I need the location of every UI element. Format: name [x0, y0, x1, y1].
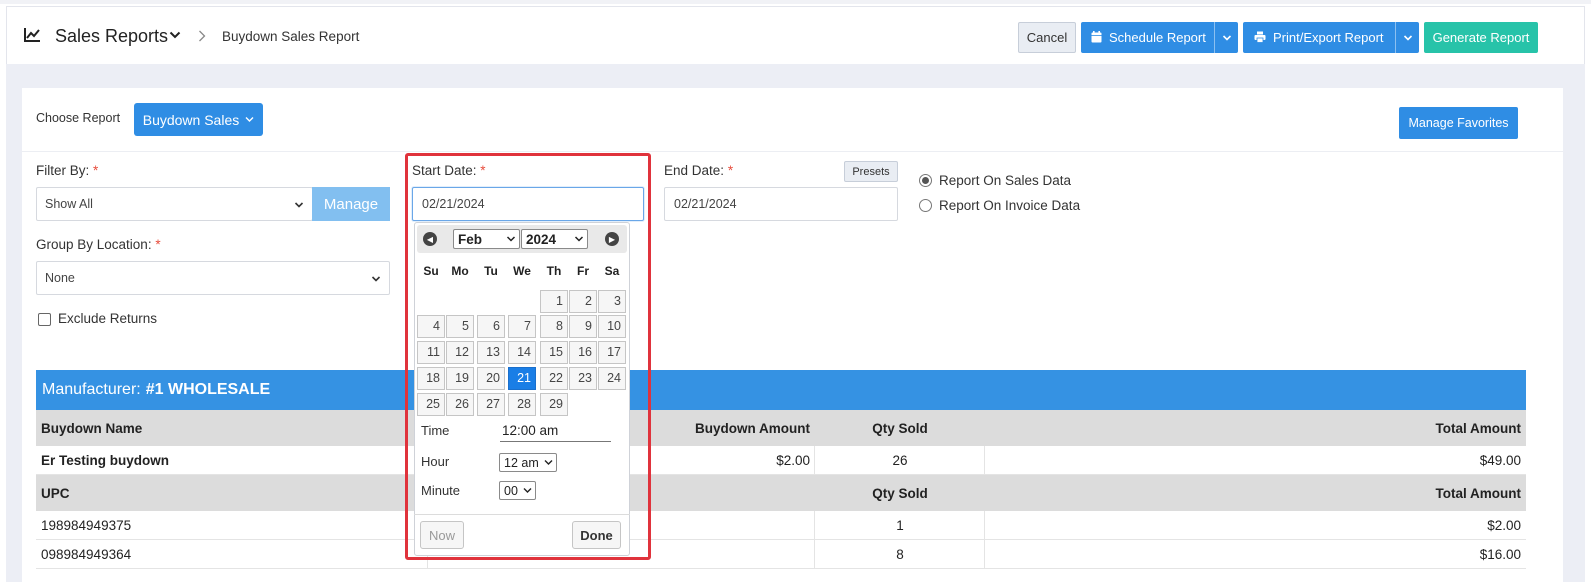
chevron-down-icon: [371, 276, 381, 282]
page-title[interactable]: Sales Reports: [55, 26, 168, 47]
end-date-input[interactable]: 02/21/2024: [664, 187, 898, 221]
required-marker: *: [93, 163, 99, 178]
exclude-returns-checkbox[interactable]: [38, 313, 51, 326]
cancel-button[interactable]: Cancel: [1018, 22, 1076, 53]
report-on-sales-label[interactable]: Report On Sales Data: [939, 173, 1071, 188]
print-export-dropdown[interactable]: [1395, 22, 1419, 53]
report-on-invoice-radio[interactable]: [919, 199, 932, 212]
col-buydown-name: Buydown Name: [41, 420, 143, 436]
choose-report-label: Choose Report: [36, 111, 121, 125]
buydown-table-header: Buydown Name Buydown Amount Qty Sold Tot…: [36, 410, 1526, 446]
breadcrumb: Buydown Sales Report: [222, 29, 360, 44]
presets-label: Presets: [852, 165, 890, 178]
manufacturer-label: Manufacturer:: [42, 381, 141, 398]
cancel-button-label: Cancel: [1026, 30, 1068, 45]
report-select-label: Buydown Sales: [142, 111, 240, 128]
end-date-label: End Date: *: [664, 163, 733, 178]
group-by-location-label: Group By Location: *: [36, 237, 161, 252]
window-top-edge: [0, 0, 1591, 4]
total-amount-cell: $16.00: [1479, 546, 1521, 562]
required-marker: *: [727, 163, 734, 178]
upc-cell: 098984949364: [41, 546, 132, 562]
calendar-icon: [1091, 31, 1102, 43]
col-buydown-amount: Buydown Amount: [695, 420, 810, 436]
group-by-location-value: None: [45, 271, 75, 285]
chevron-down-icon: [1222, 34, 1231, 41]
col-upc: UPC: [41, 485, 70, 501]
upc-table-header: UPC Qty Sold Total Amount: [36, 475, 1526, 511]
toolbar-divider: [22, 151, 1563, 152]
manufacturer-name: #1 WHOLESALE: [145, 381, 271, 398]
required-marker: *: [155, 237, 161, 252]
report-on-sales-radio[interactable]: [919, 174, 932, 187]
report-select-button[interactable]: Buydown Sales: [134, 103, 263, 136]
presets-button[interactable]: Presets: [844, 161, 898, 182]
end-date-label-text: End Date:: [664, 163, 725, 178]
manufacturer-bar: Manufacturer: #1 WHOLESALE: [36, 370, 1526, 410]
group-by-location-text: Group By Location:: [36, 237, 152, 252]
buydown-name-cell: Er Testing buydown: [41, 452, 169, 468]
total-amount-cell: $2.00: [1487, 517, 1521, 533]
exclude-returns-label[interactable]: Exclude Returns: [58, 311, 157, 326]
schedule-report-button[interactable]: Schedule Report: [1081, 22, 1238, 53]
total-amount-cell: $49.00: [1479, 452, 1521, 468]
report-on-invoice-label[interactable]: Report On Invoice Data: [939, 198, 1080, 213]
manage-filter-button[interactable]: Manage: [312, 187, 390, 221]
manage-favorites-button[interactable]: Manage Favorites: [1399, 107, 1518, 139]
manage-filter-label: Manage: [323, 195, 379, 213]
table-row: Er Testing buydown $2.00 26 $49.00: [36, 446, 1526, 475]
table-row: 098984949364 8 $16.00: [36, 540, 1526, 569]
filter-by-value: Show All: [45, 197, 93, 211]
schedule-report-label: Schedule Report: [1109, 30, 1206, 45]
chevron-down-icon: [1403, 34, 1412, 41]
line-chart-icon: [24, 28, 40, 42]
filter-by-label-text: Filter By:: [36, 163, 90, 178]
print-export-button[interactable]: Print/Export Report: [1243, 22, 1419, 53]
generate-report-button[interactable]: Generate Report: [1424, 22, 1538, 53]
highlight-box: [405, 153, 651, 560]
group-by-location-select[interactable]: None: [36, 261, 390, 295]
chevron-down-icon: [294, 202, 304, 208]
end-date-value: 02/21/2024: [674, 197, 737, 211]
filter-by-label: Filter By: *: [36, 163, 98, 178]
schedule-report-dropdown[interactable]: [1214, 22, 1238, 53]
print-export-label: Print/Export Report: [1273, 30, 1384, 45]
upc-cell: 198984949375: [41, 517, 132, 533]
table-row: 198984949375 1 $2.00: [36, 511, 1526, 540]
col-total-amount: Total Amount: [1435, 420, 1521, 436]
manage-favorites-label: Manage Favorites: [1408, 116, 1509, 130]
filter-by-select[interactable]: Show All: [36, 187, 313, 221]
qty-sold-cell: 8: [896, 546, 904, 562]
col-qty-sold: Qty Sold: [872, 485, 928, 501]
chevron-right-icon: [199, 30, 206, 42]
printer-icon: [1254, 31, 1266, 43]
qty-sold-cell: 1: [896, 517, 904, 533]
qty-sold-cell: 26: [892, 452, 908, 468]
chevron-down-icon: [245, 117, 254, 122]
generate-report-label: Generate Report: [1432, 30, 1530, 45]
buydown-amount-cell: $2.00: [776, 452, 810, 468]
col-qty-sold: Qty Sold: [872, 420, 928, 436]
col-total-amount: Total Amount: [1435, 485, 1521, 501]
chevron-down-icon[interactable]: [169, 30, 181, 40]
